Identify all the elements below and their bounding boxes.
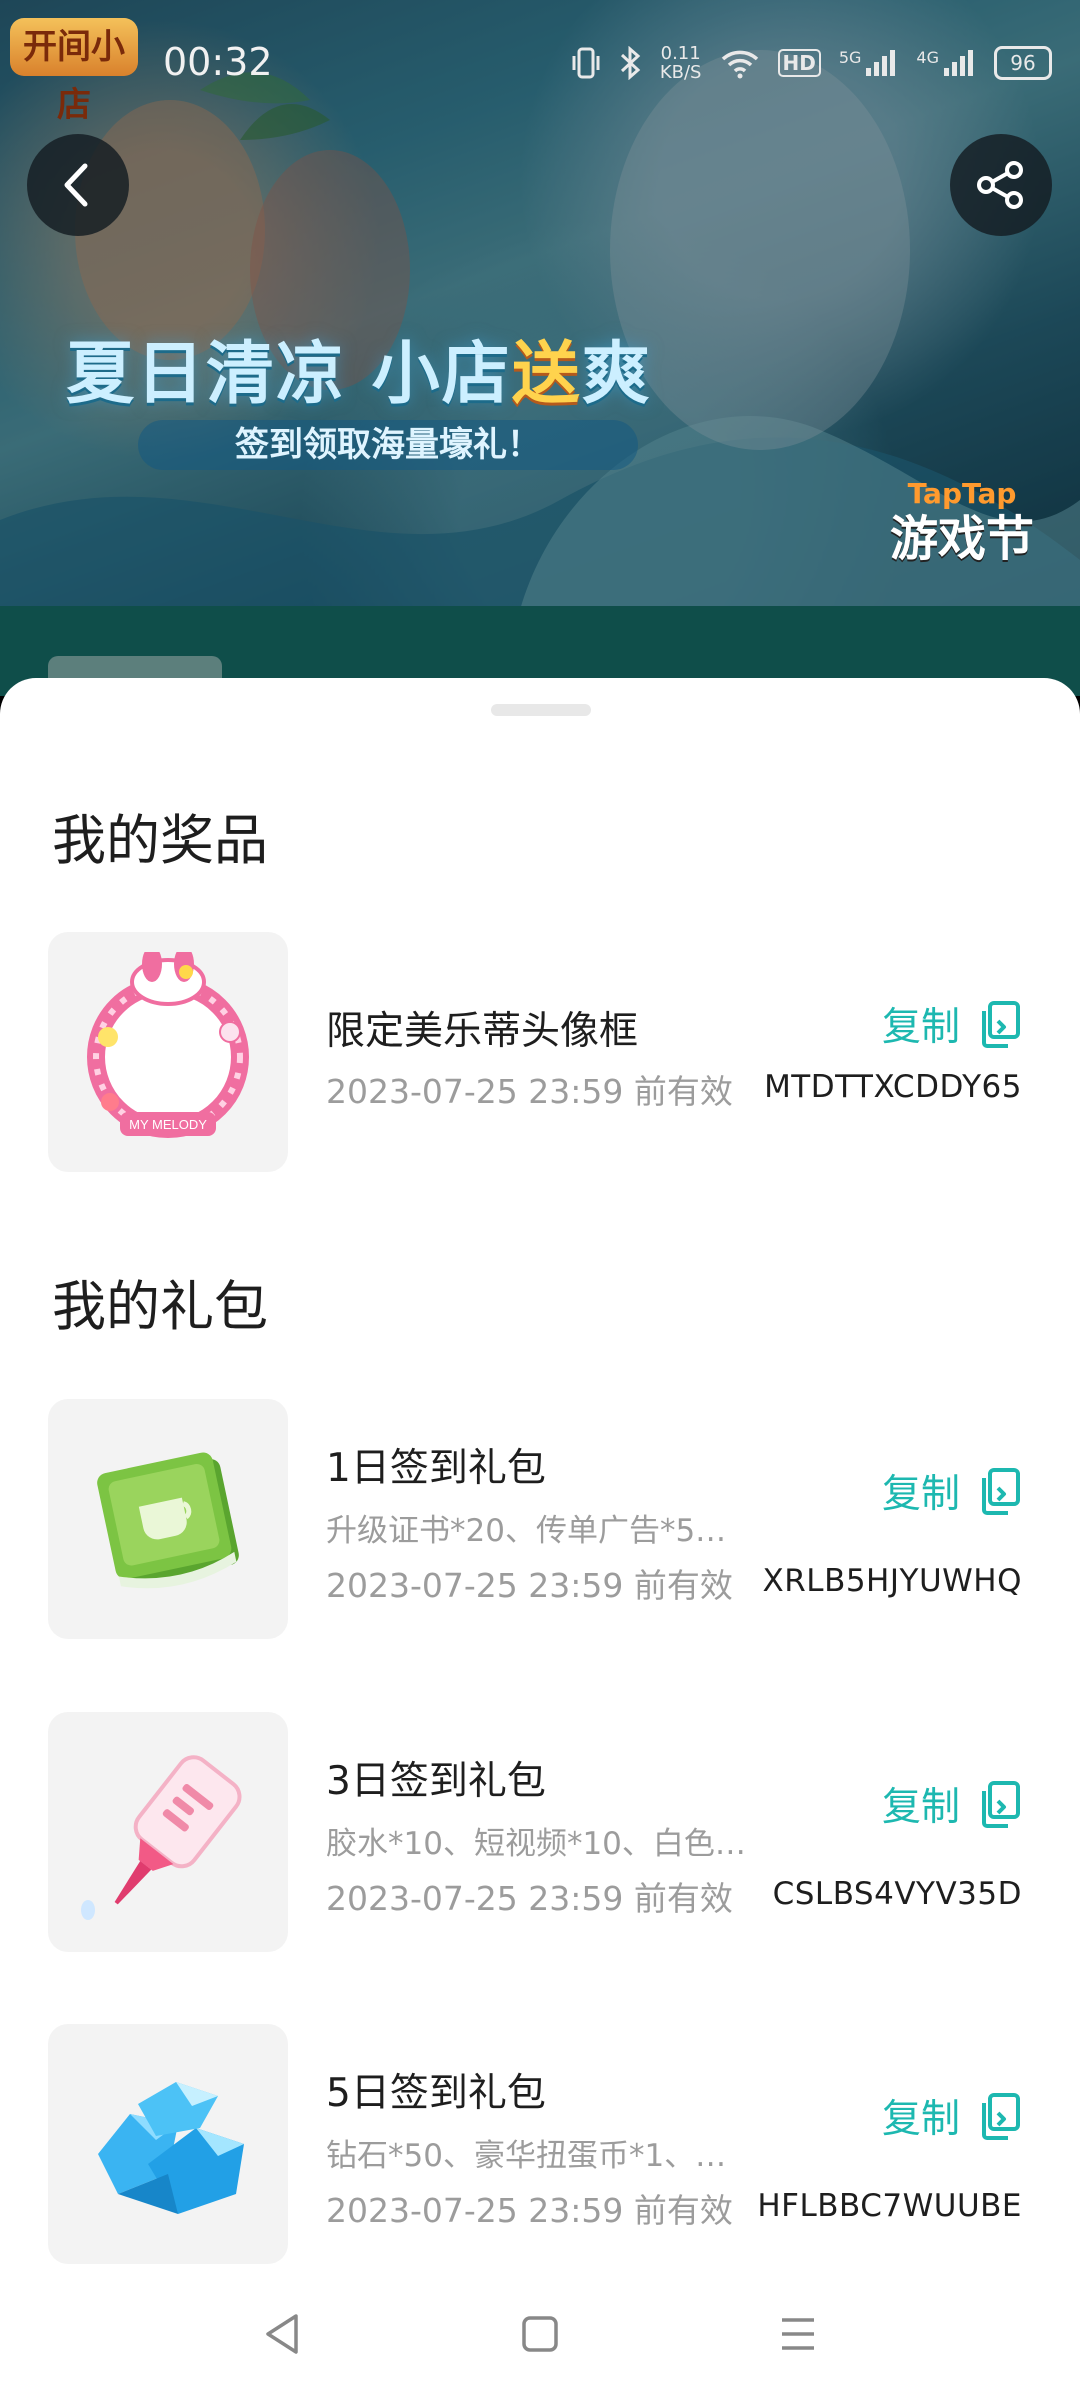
copy-icon: [982, 2093, 1020, 2140]
item-name: 限定美乐蒂头像框: [326, 1009, 639, 1054]
wifi-icon: [721, 50, 758, 79]
copy-icon: [982, 1468, 1020, 1515]
redeem-code: XRLB5HJYUWHQ: [762, 1563, 1022, 1599]
battery-icon: 96: [994, 46, 1052, 80]
prize-item: MY MELODY 限定美乐蒂头像框 2023-07-25 23:59 前有效 …: [48, 932, 1038, 1172]
my-melody-frame-icon: MY MELODY: [87, 952, 249, 1138]
item-expiry-date: 2023-07-25 23:59 前有效: [326, 1879, 733, 1918]
copy-icon: [982, 1001, 1020, 1048]
vibrate-icon: [572, 47, 600, 79]
item-description: 升级证书*20、传单广告*5…: [326, 1513, 727, 1549]
copy-button-label: 复制: [881, 1785, 960, 1830]
item-name: 1日签到礼包: [326, 1446, 546, 1491]
copy-button-label: 复制: [881, 1472, 960, 1517]
rewards-sheet: 我的奖品 MY MELODY 限定美乐蒂头像框 2023-07-25 23:59…: [0, 678, 1080, 2400]
status-time: 00:32: [163, 40, 273, 84]
item-description: 钻石*50、豪华扭蛋币*1、…: [326, 2138, 727, 2174]
chevron-left-icon: [64, 163, 88, 207]
certificate-icon: [97, 1452, 239, 1589]
system-nav-bar: [0, 2282, 1080, 2400]
prizes-section-title: 我的奖品: [52, 809, 268, 872]
item-image: [48, 1399, 288, 1639]
diamonds-icon: [98, 2082, 244, 2214]
item-expiry-date: 2023-07-25 23:59 前有效: [326, 1566, 733, 1605]
item-expiry-date: 2023-07-25 23:59 前有效: [326, 2191, 733, 2230]
sheet-drag-handle[interactable]: [491, 704, 591, 716]
item-name: 3日签到礼包: [326, 1759, 546, 1804]
banner-subtitle: 签到领取海量壕礼！: [138, 420, 638, 470]
status-bar: 开间小店 00:32 0.11 KB/S HD 5G 4G 96: [0, 0, 1080, 130]
banner-title: 夏日清凉 小店送爽: [66, 335, 652, 414]
back-button[interactable]: [27, 134, 129, 236]
item-description: 胶水*10、短视频*10、白色…: [326, 1826, 746, 1862]
gift-item: 5日签到礼包 钻石*50、豪华扭蛋币*1、… 2023-07-25 23:59 …: [48, 2024, 1038, 2264]
copy-button-label: 复制: [881, 2097, 960, 2142]
redeem-code: CSLBS4VYV35D: [772, 1876, 1022, 1912]
share-button[interactable]: [950, 134, 1052, 236]
nav-back-icon[interactable]: [262, 2312, 302, 2356]
network-speed: 0.11 KB/S: [659, 43, 702, 83]
copy-button-label: 复制: [881, 1005, 960, 1050]
item-image: MY MELODY: [48, 932, 288, 1172]
svg-text:MY MELODY: MY MELODY: [129, 1117, 207, 1132]
taptap-festival-logo: TapTap 游戏节: [889, 477, 1034, 568]
item-expiry-date: 2023-07-25 23:59 前有效: [326, 1072, 733, 1111]
copy-icon: [982, 1781, 1020, 1828]
glue-bottle-icon: [81, 1755, 242, 1920]
bluetooth-icon: [620, 46, 641, 80]
nav-home-icon[interactable]: [520, 2312, 560, 2356]
item-name: 5日签到礼包: [326, 2071, 546, 2116]
item-image: [48, 1712, 288, 1952]
gifts-section-title: 我的礼包: [52, 1275, 268, 1338]
signal-4g-icon: 4G: [916, 48, 976, 78]
gift-item: 3日签到礼包 胶水*10、短视频*10、白色… 2023-07-25 23:59…: [48, 1712, 1038, 1952]
copy-button[interactable]: 复制: [882, 2086, 1024, 2146]
share-icon: [977, 161, 1023, 209]
item-image: [48, 2024, 288, 2264]
app-logo: 开间小店: [10, 18, 138, 125]
redeem-code: MTDTTXCDDY65: [764, 1069, 1022, 1105]
copy-button[interactable]: 复制: [882, 1461, 1024, 1521]
copy-button[interactable]: 复制: [882, 994, 1024, 1054]
copy-button[interactable]: 复制: [882, 1774, 1024, 1834]
gift-item: 1日签到礼包 升级证书*20、传单广告*5… 2023-07-25 23:59 …: [48, 1399, 1038, 1639]
nav-menu-icon[interactable]: [778, 2312, 818, 2356]
hd-badge: HD: [777, 49, 821, 77]
redeem-code: HFLBBC7WUUBE: [757, 2188, 1022, 2224]
signal-5g-icon: 5G: [839, 48, 899, 78]
